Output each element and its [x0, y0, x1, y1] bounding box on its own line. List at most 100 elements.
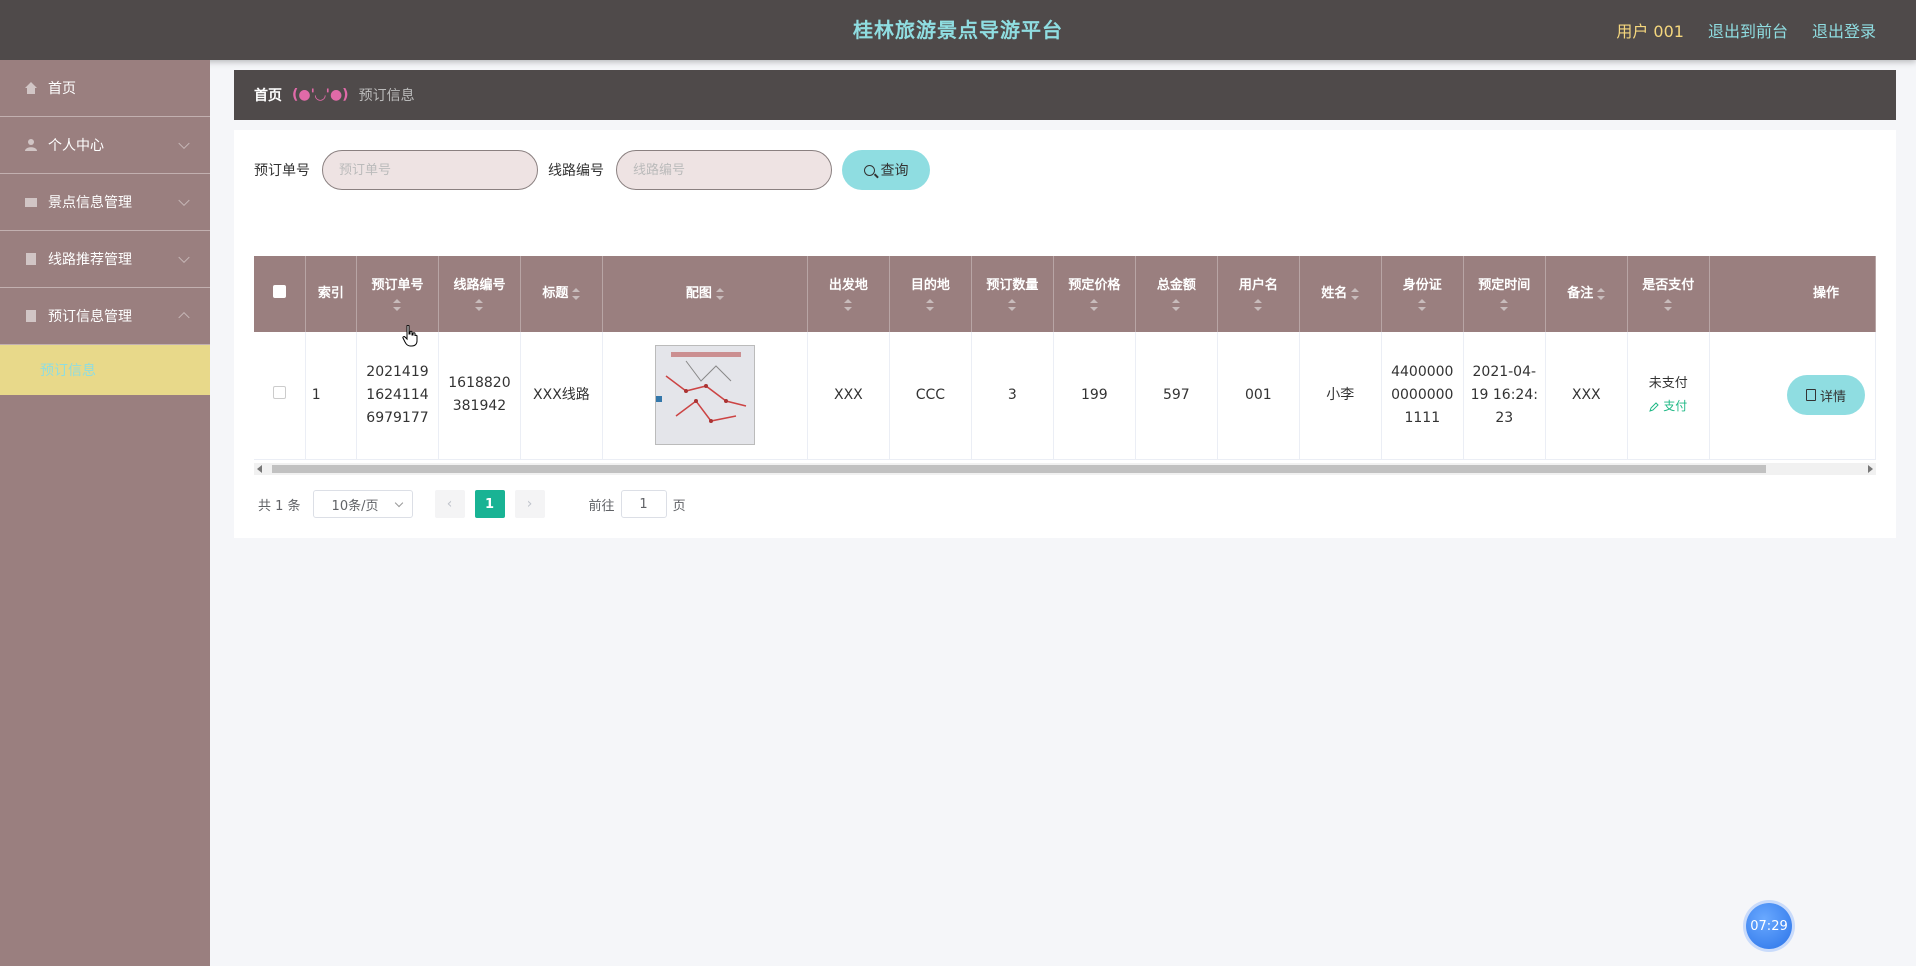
- cell-remark: XXX: [1545, 332, 1628, 460]
- order-no-label: 预订单号: [254, 163, 310, 179]
- header-time[interactable]: 预定时间: [1463, 256, 1546, 332]
- header-qty[interactable]: 预订数量: [971, 256, 1054, 332]
- route-no-input[interactable]: [616, 150, 832, 190]
- cell-order-no: 20214191624114 6979177: [356, 332, 439, 460]
- header-select-all[interactable]: [254, 256, 306, 332]
- header-label: 目的地: [910, 278, 950, 293]
- pay-link-label: 支付: [1663, 399, 1688, 414]
- detail-button-label: 详情: [1819, 389, 1846, 405]
- header-depart[interactable]: 出发地: [807, 256, 890, 332]
- map-image: [655, 346, 754, 445]
- header-label: 预定价格: [1068, 278, 1121, 293]
- document-icon: [1805, 389, 1816, 402]
- cell-index: 1: [305, 332, 357, 460]
- sidebar-subitem-booking-info[interactable]: 预订信息: [0, 345, 210, 395]
- header-label: 是否支付: [1642, 278, 1695, 293]
- cell-title: XXX线路: [520, 332, 603, 460]
- scrollbar-thumb[interactable]: [272, 465, 1766, 473]
- sidebar-item-personal-center[interactable]: 个人中心: [0, 117, 210, 174]
- header-total[interactable]: 总金额: [1135, 256, 1218, 332]
- sort-icon[interactable]: [475, 299, 484, 311]
- cell-price: 199: [1053, 332, 1136, 460]
- order-no-input[interactable]: [322, 150, 538, 190]
- sidebar-item-label: 预订信息管理: [48, 309, 132, 325]
- sort-icon[interactable]: [1351, 287, 1360, 300]
- header-dest[interactable]: 目的地: [889, 256, 972, 332]
- chevron-down-icon: [178, 137, 190, 150]
- detail-button[interactable]: 详情: [1787, 375, 1865, 416]
- chevron-down-icon: [178, 311, 190, 324]
- sort-icon[interactable]: [844, 299, 853, 311]
- breadcrumb-home[interactable]: 首页: [254, 85, 282, 105]
- page-size-value: 10条/页: [331, 498, 379, 514]
- sort-icon[interactable]: [715, 287, 724, 300]
- sort-icon[interactable]: [393, 299, 402, 311]
- sort-icon[interactable]: [572, 287, 581, 300]
- logout-link[interactable]: 退出登录: [1812, 18, 1876, 42]
- header-label: 预定时间: [1478, 278, 1531, 293]
- paid-status: 未支付: [1648, 376, 1688, 392]
- breadcrumb: 首页 (●'◡'●) 预订信息: [234, 70, 1896, 120]
- sort-icon[interactable]: [1254, 299, 1263, 311]
- prev-page-button[interactable]: ‹: [434, 490, 465, 518]
- pay-link[interactable]: 支付: [1634, 395, 1703, 418]
- search-icon: [863, 164, 875, 176]
- floating-clock-widget[interactable]: 07:29: [1746, 903, 1792, 949]
- scroll-right-arrow-icon[interactable]: [1868, 465, 1873, 473]
- cell-total: 597: [1135, 332, 1218, 460]
- header-id-card[interactable]: 身份证: [1381, 256, 1464, 332]
- horizontal-scrollbar[interactable]: [254, 463, 1876, 475]
- sort-icon[interactable]: [1597, 287, 1606, 300]
- route-map-thumbnail[interactable]: [654, 345, 755, 446]
- next-page-button[interactable]: ›: [514, 490, 545, 518]
- sidebar-item-route-management[interactable]: 线路推荐管理: [0, 231, 210, 288]
- header-label: 预订数量: [986, 278, 1039, 293]
- header-label: 姓名: [1321, 286, 1348, 301]
- sort-icon[interactable]: [1418, 299, 1427, 311]
- sort-icon[interactable]: [1172, 299, 1181, 311]
- sidebar-item-scenic-management[interactable]: 景点信息管理: [0, 174, 210, 231]
- sort-icon[interactable]: [1500, 299, 1509, 311]
- header-route-no[interactable]: 线路编号: [438, 256, 521, 332]
- goto-label: 前往: [588, 498, 615, 514]
- goto-page-input[interactable]: [620, 490, 667, 518]
- header-title[interactable]: 标题: [520, 256, 603, 332]
- user-icon: [25, 139, 37, 151]
- breadcrumb-current: 预订信息: [358, 88, 415, 104]
- scenic-icon: [25, 198, 37, 207]
- cell-qty: 3: [971, 332, 1054, 460]
- scroll-left-arrow-icon[interactable]: [257, 465, 262, 473]
- sort-icon[interactable]: [1664, 299, 1673, 311]
- exit-to-front-link[interactable]: 退出到前台: [1708, 18, 1788, 42]
- sidebar-item-home[interactable]: 首页: [0, 60, 210, 117]
- header-label: 预订单号: [371, 278, 424, 293]
- header-remark[interactable]: 备注: [1545, 256, 1628, 332]
- sort-icon[interactable]: [1008, 299, 1017, 311]
- query-button[interactable]: 查询: [842, 150, 930, 190]
- header-price[interactable]: 预定价格: [1053, 256, 1136, 332]
- breadcrumb-separator: (●'◡'●): [292, 87, 349, 103]
- sidebar-item-booking-management[interactable]: 预订信息管理: [0, 288, 210, 345]
- header-label: 标题: [542, 286, 569, 301]
- row-checkbox[interactable]: [272, 385, 286, 399]
- header-order-no[interactable]: 预订单号: [356, 256, 439, 332]
- hand-cursor-icon: [402, 325, 418, 347]
- content-panel: 预订单号 线路编号 查询 索引 预订单号 线路编号 标题 配图 出发地: [234, 130, 1896, 538]
- sidebar-item-label: 个人中心: [48, 138, 104, 154]
- current-user-label: 用户 001: [1616, 22, 1684, 41]
- header-image[interactable]: 配图: [602, 256, 808, 332]
- route-no-label: 线路编号: [548, 163, 604, 179]
- header-name[interactable]: 姓名: [1299, 256, 1382, 332]
- select-all-checkbox[interactable]: [272, 284, 286, 298]
- sort-icon[interactable]: [1090, 299, 1099, 311]
- booking-table: 索引 预订单号 线路编号 标题 配图 出发地 目的地 预订数量 预定价格 总金额…: [254, 256, 1877, 460]
- header-username[interactable]: 用户名: [1217, 256, 1300, 332]
- header-label: 出发地: [828, 278, 868, 293]
- page-number-current[interactable]: 1: [474, 490, 505, 518]
- header-paid[interactable]: 是否支付: [1627, 256, 1710, 332]
- header-label: 用户名: [1238, 278, 1278, 293]
- sidebar-item-label: 线路推荐管理: [48, 252, 132, 268]
- page-size-select[interactable]: 10条/页: [312, 490, 413, 518]
- row-select-cell[interactable]: [254, 332, 306, 460]
- sort-icon[interactable]: [926, 299, 935, 311]
